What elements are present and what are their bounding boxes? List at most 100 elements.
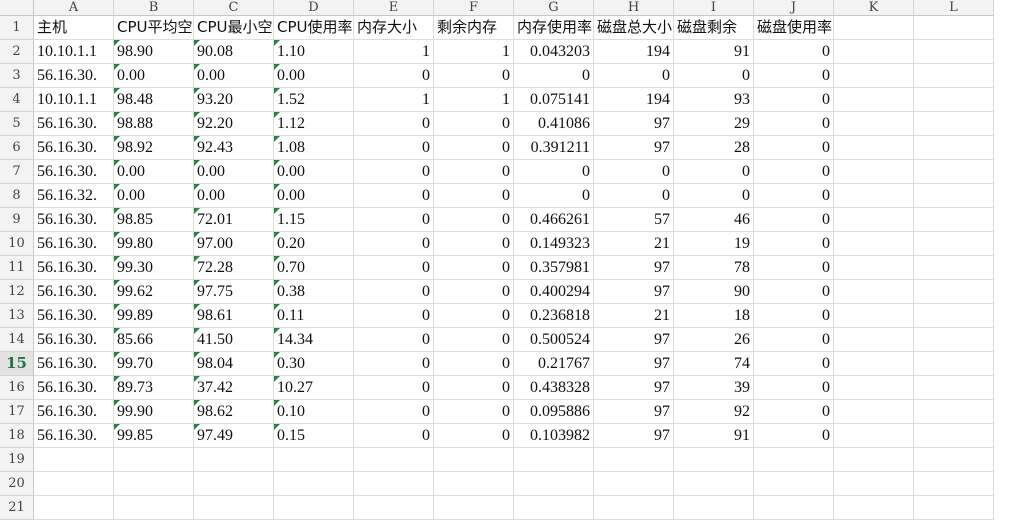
- cell-E5[interactable]: 0: [354, 112, 434, 136]
- cell-I4[interactable]: 93: [674, 88, 754, 112]
- cell-H20[interactable]: [594, 472, 674, 496]
- cell-H2[interactable]: 194: [594, 40, 674, 64]
- cell-F1[interactable]: 剩余内存: [434, 16, 514, 40]
- cell-B8[interactable]: 0.00: [114, 184, 194, 208]
- column-header-I[interactable]: I: [674, 0, 754, 16]
- row-header-15[interactable]: 15: [0, 352, 34, 376]
- cell-K1[interactable]: [834, 16, 914, 40]
- cell-I14[interactable]: 26: [674, 328, 754, 352]
- cell-B17[interactable]: 99.90: [114, 400, 194, 424]
- cell-B21[interactable]: [114, 496, 194, 520]
- row-header-14[interactable]: 14: [0, 328, 34, 352]
- cell-G12[interactable]: 0.400294: [514, 280, 594, 304]
- cell-J3[interactable]: 0: [754, 64, 834, 88]
- cell-E14[interactable]: 0: [354, 328, 434, 352]
- cell-H8[interactable]: 0: [594, 184, 674, 208]
- cell-J17[interactable]: 0: [754, 400, 834, 424]
- column-header-D[interactable]: D: [274, 0, 354, 16]
- cell-F4[interactable]: 1: [434, 88, 514, 112]
- cell-C14[interactable]: 41.50: [194, 328, 274, 352]
- cell-J2[interactable]: 0: [754, 40, 834, 64]
- cell-J4[interactable]: 0: [754, 88, 834, 112]
- cell-F9[interactable]: 0: [434, 208, 514, 232]
- cell-A5[interactable]: 56.16.30.: [34, 112, 114, 136]
- cell-H11[interactable]: 97: [594, 256, 674, 280]
- cell-F2[interactable]: 1: [434, 40, 514, 64]
- cell-F8[interactable]: 0: [434, 184, 514, 208]
- cell-E10[interactable]: 0: [354, 232, 434, 256]
- cell-D11[interactable]: 0.70: [274, 256, 354, 280]
- cell-L3[interactable]: [914, 64, 994, 88]
- cell-K3[interactable]: [834, 64, 914, 88]
- cell-K12[interactable]: [834, 280, 914, 304]
- cell-J11[interactable]: 0: [754, 256, 834, 280]
- cell-C7[interactable]: 0.00: [194, 160, 274, 184]
- cell-C9[interactable]: 72.01: [194, 208, 274, 232]
- cell-L5[interactable]: [914, 112, 994, 136]
- cell-F17[interactable]: 0: [434, 400, 514, 424]
- cell-D7[interactable]: 0.00: [274, 160, 354, 184]
- cell-B4[interactable]: 98.48: [114, 88, 194, 112]
- cell-G13[interactable]: 0.236818: [514, 304, 594, 328]
- cell-D15[interactable]: 0.30: [274, 352, 354, 376]
- cell-I20[interactable]: [674, 472, 754, 496]
- cell-C1[interactable]: CPU最小空: [194, 16, 274, 40]
- cell-D2[interactable]: 1.10: [274, 40, 354, 64]
- cell-C17[interactable]: 98.62: [194, 400, 274, 424]
- cell-K13[interactable]: [834, 304, 914, 328]
- cell-J14[interactable]: 0: [754, 328, 834, 352]
- cell-B12[interactable]: 99.62: [114, 280, 194, 304]
- cell-D17[interactable]: 0.10: [274, 400, 354, 424]
- cell-A3[interactable]: 56.16.30.: [34, 64, 114, 88]
- cell-G18[interactable]: 0.103982: [514, 424, 594, 448]
- cell-I13[interactable]: 18: [674, 304, 754, 328]
- cell-L19[interactable]: [914, 448, 994, 472]
- cell-A12[interactable]: 56.16.30.: [34, 280, 114, 304]
- cell-L4[interactable]: [914, 88, 994, 112]
- cell-I18[interactable]: 91: [674, 424, 754, 448]
- cell-D21[interactable]: [274, 496, 354, 520]
- cell-B14[interactable]: 85.66: [114, 328, 194, 352]
- column-header-K[interactable]: K: [834, 0, 914, 16]
- cell-H3[interactable]: 0: [594, 64, 674, 88]
- cell-D13[interactable]: 0.11: [274, 304, 354, 328]
- column-header-B[interactable]: B: [114, 0, 194, 16]
- cell-K11[interactable]: [834, 256, 914, 280]
- column-header-F[interactable]: F: [434, 0, 514, 16]
- cell-F3[interactable]: 0: [434, 64, 514, 88]
- cell-C16[interactable]: 37.42: [194, 376, 274, 400]
- select-all-corner[interactable]: [0, 0, 34, 16]
- row-header-18[interactable]: 18: [0, 424, 34, 448]
- cell-F21[interactable]: [434, 496, 514, 520]
- cell-F11[interactable]: 0: [434, 256, 514, 280]
- cell-H14[interactable]: 97: [594, 328, 674, 352]
- cell-K8[interactable]: [834, 184, 914, 208]
- cell-K6[interactable]: [834, 136, 914, 160]
- cell-C5[interactable]: 92.20: [194, 112, 274, 136]
- cell-I8[interactable]: 0: [674, 184, 754, 208]
- cell-K2[interactable]: [834, 40, 914, 64]
- cell-B13[interactable]: 99.89: [114, 304, 194, 328]
- row-header-2[interactable]: 2: [0, 40, 34, 64]
- cell-L15[interactable]: [914, 352, 994, 376]
- cell-A9[interactable]: 56.16.30.: [34, 208, 114, 232]
- cell-J20[interactable]: [754, 472, 834, 496]
- cell-H16[interactable]: 97: [594, 376, 674, 400]
- cell-E13[interactable]: 0: [354, 304, 434, 328]
- cell-L13[interactable]: [914, 304, 994, 328]
- cell-J10[interactable]: 0: [754, 232, 834, 256]
- row-header-9[interactable]: 9: [0, 208, 34, 232]
- cell-K14[interactable]: [834, 328, 914, 352]
- row-header-20[interactable]: 20: [0, 472, 34, 496]
- cell-I5[interactable]: 29: [674, 112, 754, 136]
- cell-E20[interactable]: [354, 472, 434, 496]
- cell-F16[interactable]: 0: [434, 376, 514, 400]
- cell-F18[interactable]: 0: [434, 424, 514, 448]
- cell-B16[interactable]: 89.73: [114, 376, 194, 400]
- cell-D14[interactable]: 14.34: [274, 328, 354, 352]
- cell-L1[interactable]: [914, 16, 994, 40]
- cell-H21[interactable]: [594, 496, 674, 520]
- cell-G17[interactable]: 0.095886: [514, 400, 594, 424]
- cell-A11[interactable]: 56.16.30.: [34, 256, 114, 280]
- cell-I3[interactable]: 0: [674, 64, 754, 88]
